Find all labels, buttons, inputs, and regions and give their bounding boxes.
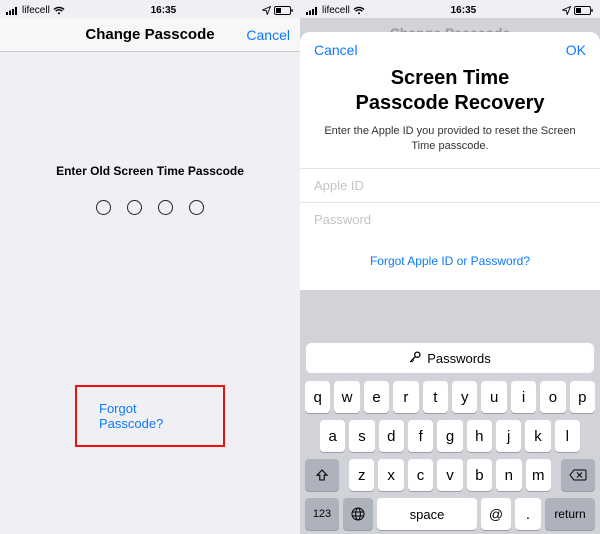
globe-key[interactable] — [343, 498, 373, 530]
cellular-signal-icon — [6, 6, 19, 15]
letter-key-t[interactable]: t — [423, 381, 448, 413]
letter-key-d[interactable]: d — [379, 420, 404, 452]
nav-title: Change Passcode — [85, 26, 214, 43]
letter-key-s[interactable]: s — [349, 420, 374, 452]
autofill-label: Passwords — [427, 351, 491, 366]
letter-key-m[interactable]: m — [526, 459, 551, 491]
location-icon — [562, 6, 571, 15]
sheet-subtitle: Enter the Apple ID you provided to reset… — [300, 124, 600, 168]
keyboard-row: asdfghjkl — [302, 420, 598, 452]
letter-key-w[interactable]: w — [334, 381, 359, 413]
forgot-passcode-link[interactable]: Forgot Passcode? — [99, 401, 201, 431]
password-field[interactable]: Password — [300, 202, 600, 236]
passcode-dot — [189, 200, 204, 215]
letter-key-j[interactable]: j — [496, 420, 521, 452]
letter-key-k[interactable]: k — [525, 420, 550, 452]
letter-key-x[interactable]: x — [378, 459, 403, 491]
forgot-apple-id-link[interactable]: Forgot Apple ID or Password? — [300, 236, 600, 290]
letter-key-e[interactable]: e — [364, 381, 389, 413]
period-key[interactable]: . — [515, 498, 541, 530]
keyboard: Passwords qwertyuiop asdfghjkl zxcvbnm 1… — [300, 337, 600, 534]
letter-key-f[interactable]: f — [408, 420, 433, 452]
letter-key-y[interactable]: y — [452, 381, 477, 413]
sheet-cancel-button[interactable]: Cancel — [314, 42, 358, 58]
wifi-icon — [353, 6, 365, 15]
letter-key-v[interactable]: v — [437, 459, 462, 491]
letter-key-l[interactable]: l — [555, 420, 580, 452]
sheet-title-line: Passcode Recovery — [355, 92, 544, 114]
letter-key-g[interactable]: g — [437, 420, 462, 452]
passcode-dot — [127, 200, 142, 215]
letter-key-z[interactable]: z — [349, 459, 374, 491]
letter-key-c[interactable]: c — [408, 459, 433, 491]
letter-key-r[interactable]: r — [393, 381, 418, 413]
letter-key-i[interactable]: i — [511, 381, 536, 413]
status-time: 16:35 — [451, 5, 477, 16]
letter-key-h[interactable]: h — [467, 420, 492, 452]
apple-id-field[interactable]: Apple ID — [300, 168, 600, 202]
sheet-title-line: Screen Time — [391, 67, 510, 89]
phone-change-passcode: lifecell 16:35 Change Passcode Cancel En… — [0, 0, 300, 534]
shift-key[interactable] — [305, 459, 339, 491]
nav-bar: Change Passcode Cancel — [0, 18, 300, 52]
letter-key-n[interactable]: n — [496, 459, 521, 491]
status-bar: lifecell 16:35 — [300, 0, 600, 18]
status-bar: lifecell 16:35 — [0, 0, 300, 18]
letter-key-a[interactable]: a — [320, 420, 345, 452]
numbers-key[interactable]: 123 — [305, 498, 339, 530]
forgot-passcode-highlight: Forgot Passcode? — [75, 385, 225, 447]
letter-key-u[interactable]: u — [481, 381, 506, 413]
sheet-ok-button[interactable]: OK — [566, 42, 586, 58]
recovery-sheet: Cancel OK Screen Time Passcode Recovery … — [300, 32, 600, 290]
cancel-button[interactable]: Cancel — [246, 27, 290, 43]
sheet-title: Screen Time Passcode Recovery — [300, 62, 600, 124]
letter-key-q[interactable]: q — [305, 381, 330, 413]
battery-icon — [574, 6, 594, 15]
at-key[interactable]: @ — [481, 498, 511, 530]
cellular-signal-icon — [306, 6, 319, 15]
location-icon — [262, 6, 271, 15]
carrier-label: lifecell — [322, 5, 350, 16]
space-key[interactable]: space — [377, 498, 477, 530]
status-time: 16:35 — [151, 5, 177, 16]
passcode-dot — [96, 200, 111, 215]
passcode-dots[interactable] — [0, 200, 300, 215]
battery-icon — [274, 6, 294, 15]
letter-key-p[interactable]: p — [570, 381, 595, 413]
keyboard-row: 123 space @ . return — [302, 498, 598, 530]
wifi-icon — [53, 6, 65, 15]
phone-passcode-recovery: lifecell 16:35 Change Passcode Cancel OK — [300, 0, 600, 534]
carrier-label: lifecell — [22, 5, 50, 16]
passcode-dot — [158, 200, 173, 215]
key-icon — [409, 351, 421, 366]
keyboard-row: qwertyuiop — [302, 381, 598, 413]
letter-key-b[interactable]: b — [467, 459, 492, 491]
passcode-prompt: Enter Old Screen Time Passcode — [0, 164, 300, 178]
keyboard-row: zxcvbnm — [302, 459, 598, 491]
return-key[interactable]: return — [545, 498, 595, 530]
backspace-key[interactable] — [561, 459, 595, 491]
password-autofill-bar[interactable]: Passwords — [306, 343, 594, 373]
letter-key-o[interactable]: o — [540, 381, 565, 413]
